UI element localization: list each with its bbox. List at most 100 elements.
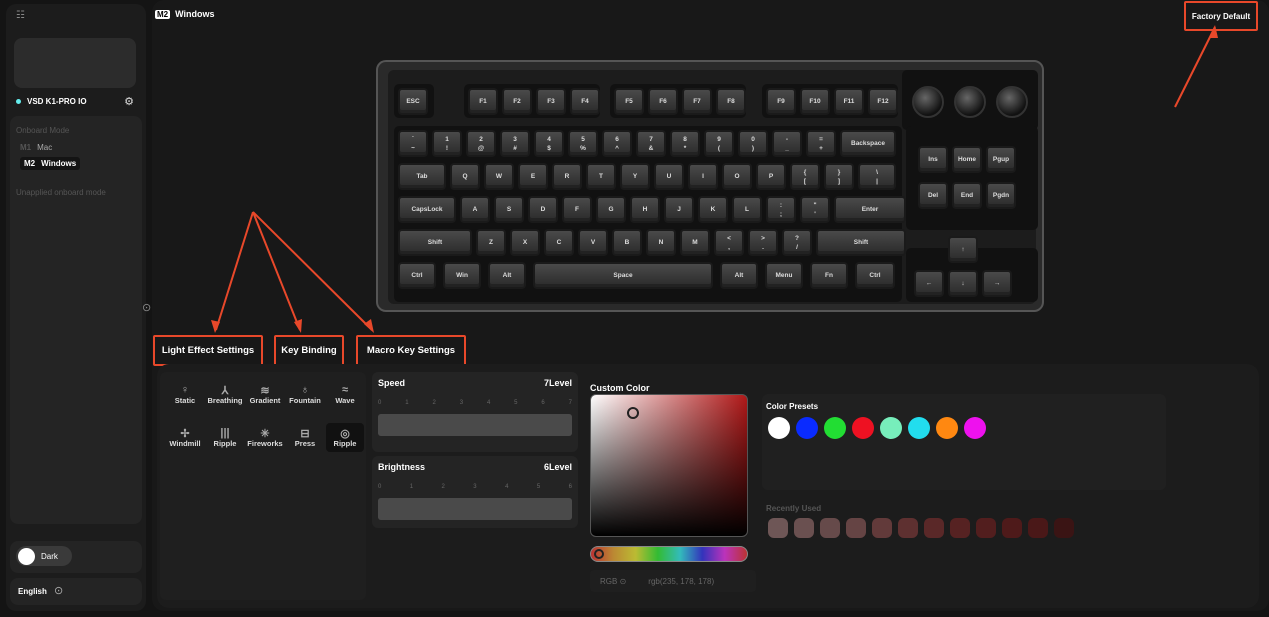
key-5[interactable]: 5%	[568, 130, 598, 157]
color-preset-swatch[interactable]	[824, 417, 846, 439]
key-ins[interactable]: Ins	[918, 146, 948, 173]
effect-ripple-6[interactable]: ||| Ripple	[206, 427, 244, 448]
effect-wave-4[interactable]: ≈ Wave	[326, 384, 364, 405]
recent-color-swatch[interactable]	[924, 518, 944, 538]
key-i[interactable]: I	[688, 163, 718, 190]
key-f7[interactable]: F7	[682, 88, 712, 115]
brightness-track[interactable]	[378, 498, 572, 520]
key-key[interactable]: :;	[766, 196, 796, 223]
brightness-slider[interactable]: Brightness 6Level 0 1 2 3 4 5 6	[372, 456, 578, 528]
key-f3[interactable]: F3	[536, 88, 566, 115]
key-a[interactable]: A	[460, 196, 490, 223]
recent-color-swatch[interactable]	[872, 518, 892, 538]
color-mode-select[interactable]: RGB ⊙	[600, 577, 626, 586]
hue-handle-icon[interactable]	[594, 549, 604, 559]
key-key[interactable]: <,	[714, 229, 744, 256]
key-n[interactable]: N	[646, 229, 676, 256]
key-f1[interactable]: F1	[468, 88, 498, 115]
key-o[interactable]: O	[722, 163, 752, 190]
tab-key-binding[interactable]: Key Binding	[274, 335, 344, 366]
key-del[interactable]: Del	[918, 182, 948, 209]
key-f11[interactable]: F11	[834, 88, 864, 115]
key-e[interactable]: E	[518, 163, 548, 190]
key-home[interactable]: Home	[952, 146, 982, 173]
key-1[interactable]: 1!	[432, 130, 462, 157]
key-f9[interactable]: F9	[766, 88, 796, 115]
picker-handle-icon[interactable]	[627, 407, 639, 419]
key-key[interactable]: ` ~	[398, 130, 428, 157]
key-h[interactable]: H	[630, 196, 660, 223]
key-7[interactable]: 7 &	[636, 130, 666, 157]
key-9[interactable]: 9(	[704, 130, 734, 157]
key-esc[interactable]: ESC	[398, 88, 428, 115]
recent-color-swatch[interactable]	[898, 518, 918, 538]
key-key[interactable]: " '	[800, 196, 830, 223]
key-2[interactable]: 2 @	[466, 130, 496, 157]
color-preset-swatch[interactable]	[852, 417, 874, 439]
key-m[interactable]: M	[680, 229, 710, 256]
key-key[interactable]: \ |	[858, 163, 896, 190]
key-b[interactable]: B	[612, 229, 642, 256]
effect-windmill-5[interactable]: ✢ Windmill	[166, 427, 204, 448]
key-c[interactable]: C	[544, 229, 574, 256]
hue-slider[interactable]	[590, 546, 748, 562]
tab-macro-key-settings[interactable]: Macro Key Settings	[356, 335, 466, 366]
key-d[interactable]: D	[528, 196, 558, 223]
key-menu[interactable]: Menu	[765, 262, 803, 289]
key-y[interactable]: Y	[620, 163, 650, 190]
key-g[interactable]: G	[596, 196, 626, 223]
key-key[interactable]: ? /	[782, 229, 812, 256]
key-f[interactable]: F	[562, 196, 592, 223]
key-3[interactable]: 3 #	[500, 130, 530, 157]
key-ctrl[interactable]: Ctrl	[398, 262, 436, 289]
color-picker-area[interactable]	[590, 394, 748, 537]
recent-color-swatch[interactable]	[846, 518, 866, 538]
key-f12[interactable]: F12	[868, 88, 898, 115]
arrow-right-key[interactable]: →	[982, 270, 1012, 297]
key-win[interactable]: Win	[443, 262, 481, 289]
recent-color-swatch[interactable]	[976, 518, 996, 538]
color-preset-swatch[interactable]	[768, 417, 790, 439]
key-v[interactable]: V	[578, 229, 608, 256]
effect-fountain-3[interactable]: ♁ Fountain	[286, 384, 324, 405]
key-alt[interactable]: Alt	[720, 262, 758, 289]
key-backspace[interactable]: Backspace	[840, 130, 896, 157]
key-4[interactable]: 4 $	[534, 130, 564, 157]
key-f5[interactable]: F5	[614, 88, 644, 115]
color-preset-swatch[interactable]	[964, 417, 986, 439]
key-pgdn[interactable]: Pgdn	[986, 182, 1016, 209]
effect-breathing-1[interactable]: ⅄ Breathing	[206, 384, 244, 405]
key-f6[interactable]: F6	[648, 88, 678, 115]
key-q[interactable]: Q	[450, 163, 480, 190]
key-tab[interactable]: Tab	[398, 163, 446, 190]
arrow-left-key[interactable]: ←	[914, 270, 944, 297]
key-f10[interactable]: F10	[800, 88, 830, 115]
color-preset-swatch[interactable]	[908, 417, 930, 439]
key-r[interactable]: R	[552, 163, 582, 190]
effect-press-8[interactable]: ⊟ Press	[286, 427, 324, 448]
knob-icon[interactable]	[996, 86, 1028, 118]
recent-color-swatch[interactable]	[1002, 518, 1022, 538]
tab-light-effect-settings[interactable]: Light Effect Settings	[153, 335, 263, 366]
recent-color-swatch[interactable]	[950, 518, 970, 538]
key-w[interactable]: W	[484, 163, 514, 190]
effect-static-0[interactable]: ♀ Static	[166, 384, 204, 405]
key-space[interactable]: Space	[533, 262, 713, 289]
key-key[interactable]: }]	[824, 163, 854, 190]
recent-color-swatch[interactable]	[820, 518, 840, 538]
key-ctrl[interactable]: Ctrl	[855, 262, 895, 289]
key-key[interactable]: = +	[806, 130, 836, 157]
arrow-down-key[interactable]: ↓	[948, 270, 978, 297]
key-6[interactable]: 6 ^	[602, 130, 632, 157]
key-0[interactable]: 0)	[738, 130, 768, 157]
color-value[interactable]: rgb(235, 178, 178)	[648, 577, 714, 586]
key-k[interactable]: K	[698, 196, 728, 223]
key-8[interactable]: 8 *	[670, 130, 700, 157]
key-t[interactable]: T	[586, 163, 616, 190]
recent-color-swatch[interactable]	[794, 518, 814, 538]
key-key[interactable]: - _	[772, 130, 802, 157]
key-f2[interactable]: F2	[502, 88, 532, 115]
key-key[interactable]: >.	[748, 229, 778, 256]
color-preset-swatch[interactable]	[936, 417, 958, 439]
key-fn[interactable]: Fn	[810, 262, 848, 289]
